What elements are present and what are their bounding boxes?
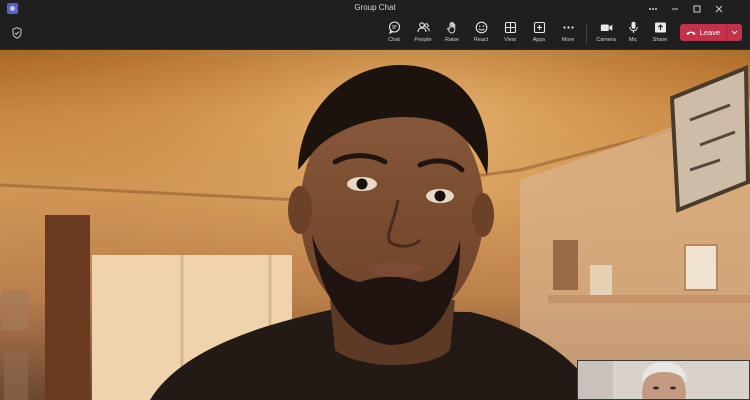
mic-label: Mic [628, 37, 638, 43]
leave-options-button[interactable] [727, 24, 742, 41]
apps-label: Apps [532, 37, 546, 43]
minimize-button[interactable] [664, 0, 686, 17]
leave-button-group: Leave [680, 24, 742, 41]
meeting-toolbar: Chat People Raise React View Apps More C… [0, 17, 750, 50]
more-label: More [561, 37, 575, 43]
close-button[interactable] [708, 0, 730, 17]
main-video-feed [0, 50, 750, 400]
close-icon [715, 5, 723, 12]
maximize-button[interactable] [686, 0, 708, 17]
toolbar-divider [586, 25, 587, 44]
window-more-button[interactable] [642, 0, 664, 17]
view-label: View [504, 37, 516, 43]
apps-button[interactable]: Apps [526, 21, 552, 49]
share-icon [654, 22, 666, 33]
share-button[interactable]: Share [647, 21, 673, 49]
react-button[interactable]: React [468, 21, 494, 49]
leave-label: Leave [699, 28, 721, 37]
self-view-video[interactable] [577, 360, 750, 400]
people-button[interactable]: People [410, 21, 436, 49]
chevron-down-icon [731, 30, 738, 35]
mic-icon [628, 21, 638, 33]
window-title: Group Chat [354, 3, 396, 12]
maximize-icon [693, 5, 701, 12]
more-button[interactable]: More [555, 21, 581, 49]
raise-label: Raise [444, 37, 460, 43]
phone-hangup-icon [686, 31, 696, 35]
shield-icon[interactable] [12, 27, 22, 39]
mic-button[interactable]: Mic [620, 21, 646, 49]
camera-icon [600, 24, 612, 31]
share-label: Share [652, 37, 668, 43]
leave-button[interactable]: Leave [680, 24, 726, 41]
ellipsis-icon [649, 7, 657, 10]
people-icon [416, 22, 430, 33]
grid-icon [504, 21, 516, 34]
plus-square-icon [533, 21, 545, 34]
ellipsis-icon [562, 26, 574, 29]
chat-icon [388, 21, 400, 34]
minimize-icon [672, 8, 678, 9]
chat-label: Chat [388, 37, 400, 43]
title-bar: Group Chat [0, 0, 750, 17]
react-label: React [473, 37, 489, 43]
view-button[interactable]: View [497, 21, 523, 49]
camera-button[interactable]: Camera [593, 21, 619, 49]
self-view-image [578, 361, 749, 399]
people-label: People [414, 37, 432, 43]
camera-label: Camera [596, 37, 616, 43]
hand-icon [446, 21, 455, 34]
raise-hand-button[interactable]: Raise [439, 21, 465, 49]
chat-button[interactable]: Chat [381, 21, 407, 49]
smiley-icon [475, 21, 487, 34]
participant-video-image [0, 50, 750, 400]
